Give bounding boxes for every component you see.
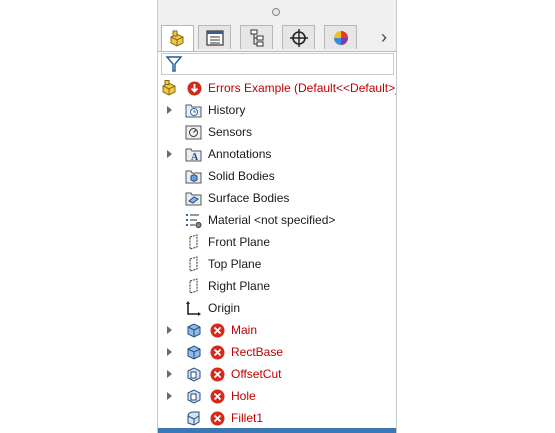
tree-item-label: OffsetCut (231, 367, 282, 381)
tree-item-label: Material <not specified> (208, 213, 336, 227)
crosshair-icon (289, 28, 308, 47)
tree-item-label: Solid Bodies (208, 169, 275, 183)
tab-displaymanager[interactable] (324, 25, 357, 49)
expand-arrow-icon[interactable] (167, 392, 172, 400)
svg-text:A: A (191, 152, 199, 163)
feature-manager-panel: › Errors Example (Default<<Default>_ His… (157, 0, 397, 433)
extrude-boss-icon (187, 323, 201, 338)
tree-item-label: Top Plane (208, 257, 262, 271)
configuration-tree-icon (250, 29, 263, 46)
tree-item-hole[interactable]: Hole (158, 385, 396, 407)
rebuild-error-icon (187, 81, 202, 96)
origin-icon (186, 301, 201, 316)
manager-tab-bar: › (158, 24, 396, 52)
expand-arrow-icon[interactable] (167, 150, 172, 158)
tree-root-item[interactable]: Errors Example (Default<<Default>_ (158, 77, 396, 99)
plane-icon (189, 278, 198, 294)
expand-arrow-icon[interactable] (167, 326, 172, 334)
tree-item-sensors[interactable]: Sensors (158, 121, 396, 143)
panel-grip[interactable] (158, 0, 396, 24)
error-x-icon (210, 367, 225, 382)
annotations-icon: A (185, 148, 202, 163)
tree-item-label: Front Plane (208, 235, 271, 249)
error-x-icon (210, 345, 225, 360)
part-icon (162, 80, 176, 96)
error-x-icon (210, 323, 225, 338)
tree-item-history[interactable]: History (158, 99, 396, 121)
tab-featuremanager[interactable] (161, 25, 194, 51)
extrude-cut-icon (187, 389, 201, 404)
tab-dimxpertmanager[interactable] (282, 25, 315, 49)
tree-item-material[interactable]: Material <not specified> (158, 209, 396, 231)
extrude-boss-icon (187, 345, 201, 360)
material-icon (186, 214, 202, 228)
surface-bodies-folder-icon (185, 192, 202, 206)
history-folder-icon (185, 104, 202, 118)
tree-item-label: Main (231, 323, 258, 337)
fillet-icon (187, 411, 200, 426)
expand-arrow-icon[interactable] (167, 370, 172, 378)
solid-bodies-folder-icon (185, 170, 202, 184)
tree-item-label: Right Plane (208, 279, 271, 293)
tree-item-fillet1[interactable]: Fillet1 (158, 407, 396, 429)
tree-item-offsetcut[interactable]: OffsetCut (158, 363, 396, 385)
plane-icon (189, 256, 198, 272)
error-x-icon (210, 411, 225, 426)
tree-item-label: Surface Bodies (208, 191, 290, 205)
expand-arrow-icon[interactable] (167, 106, 172, 114)
panel-bottom-strip (158, 428, 396, 433)
tree-item-label: History (208, 103, 246, 117)
more-tabs-button[interactable]: › (376, 27, 392, 47)
tree-item-front-plane[interactable]: Front Plane (158, 231, 396, 253)
tab-configurationmanager[interactable] (240, 25, 273, 49)
filter-icon[interactable] (165, 55, 183, 73)
tree-item-top-plane[interactable]: Top Plane (158, 253, 396, 275)
tree-item-label: Hole (231, 389, 256, 403)
expand-arrow-icon[interactable] (167, 348, 172, 356)
tab-propertymanager[interactable] (198, 25, 231, 49)
plane-icon (189, 234, 198, 250)
part-icon (170, 30, 183, 47)
property-list-icon (205, 29, 224, 46)
tree-filter-bar[interactable] (161, 53, 394, 75)
tree-root-label: Errors Example (Default<<Default>_ (208, 81, 397, 95)
tree-item-annotations[interactable]: A Annotations (158, 143, 396, 165)
tree-item-label: RectBase (231, 345, 284, 359)
extrude-cut-icon (187, 367, 201, 382)
sensor-icon (185, 125, 202, 140)
tree-item-label: Fillet1 (231, 411, 264, 425)
color-wheel-icon (333, 30, 348, 45)
tree-item-main[interactable]: Main (158, 319, 396, 341)
tree-item-label: Origin (208, 301, 241, 315)
tree-item-right-plane[interactable]: Right Plane (158, 275, 396, 297)
tree-item-rectbase[interactable]: RectBase (158, 341, 396, 363)
tree-item-origin[interactable]: Origin (158, 297, 396, 319)
error-x-icon (210, 389, 225, 404)
tree-item-label: Sensors (208, 125, 253, 139)
grip-handle-icon[interactable] (272, 8, 280, 16)
tree-item-label: Annotations (208, 147, 272, 161)
chevron-right-icon: › (381, 27, 387, 47)
tree-item-solid-bodies[interactable]: Solid Bodies (158, 165, 396, 187)
tree-item-surface-bodies[interactable]: Surface Bodies (158, 187, 396, 209)
